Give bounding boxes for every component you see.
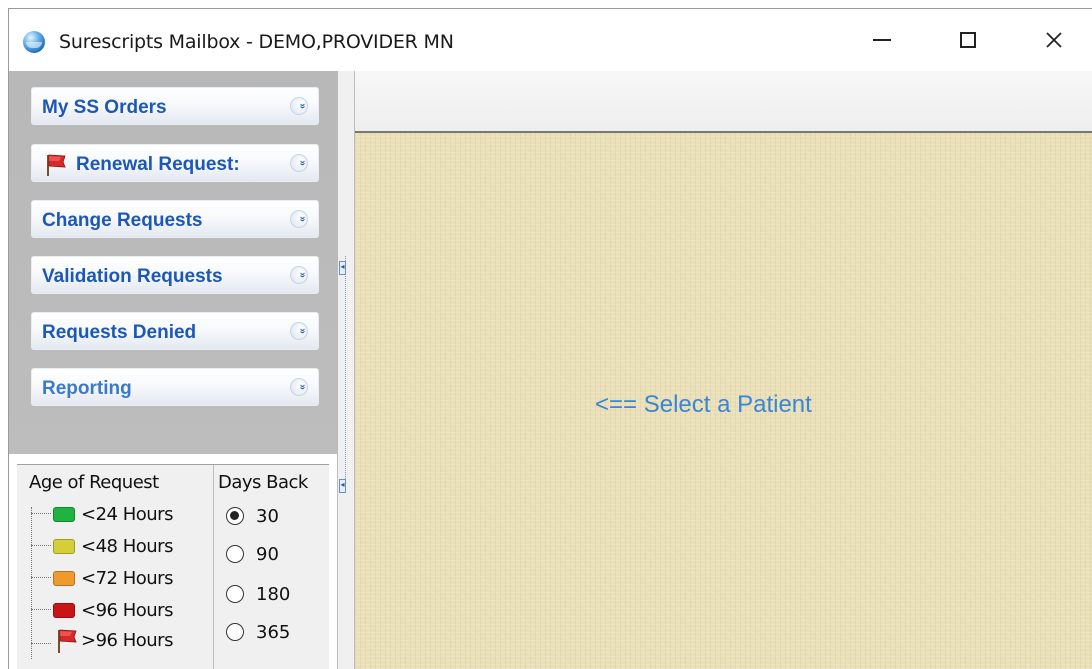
age-row: <96 Hours — [17, 597, 213, 629]
age-row: <48 Hours — [17, 533, 213, 565]
sidebar-item-renewal-requests[interactable]: Renewal Request: » — [31, 144, 319, 182]
sidebar-item-requests-denied[interactable]: Requests Denied » — [31, 312, 319, 350]
age-row: <24 Hours — [17, 501, 213, 533]
sidebar-item-my-ss-orders[interactable]: My SS Orders » — [31, 87, 319, 125]
radio-label: 90 — [256, 544, 279, 565]
yellow-status-icon — [53, 539, 75, 554]
tree-branch — [31, 609, 51, 610]
request-legend-panel: Age of Request <24 Hours <48 Hours <72 H… — [17, 464, 329, 669]
days-back-option-180[interactable]: 180 — [226, 581, 326, 613]
radio-button[interactable] — [226, 623, 244, 641]
expand-chevron-icon[interactable]: » — [290, 266, 308, 284]
expand-chevron-icon[interactable]: » — [290, 97, 308, 115]
days-back-heading: Days Back — [218, 472, 308, 493]
age-row: >96 Hours — [17, 627, 213, 659]
maximize-icon — [960, 32, 976, 48]
close-icon — [1046, 32, 1062, 48]
app-window: Surescripts Mailbox - DEMO,PROVIDER MN M… — [8, 8, 1092, 669]
age-label: <96 Hours — [81, 600, 173, 621]
tree-branch — [31, 545, 51, 546]
age-label: <48 Hours — [81, 536, 173, 557]
days-back-option-365[interactable]: 365 — [226, 619, 326, 651]
tree-branch — [31, 577, 51, 578]
maximize-button[interactable] — [941, 15, 995, 65]
expand-chevron-icon[interactable]: » — [290, 154, 308, 172]
days-back-group: Days Back 30 90 180 365 — [213, 465, 330, 669]
red-status-icon — [53, 603, 75, 618]
surescripts-logo-icon — [23, 31, 45, 53]
tree-branch — [31, 513, 51, 514]
radio-label: 365 — [256, 622, 291, 643]
age-of-request-legend: Age of Request <24 Hours <48 Hours <72 H… — [17, 465, 213, 669]
radio-button[interactable] — [226, 585, 244, 603]
green-status-icon — [53, 507, 75, 522]
select-patient-message: <== Select a Patient — [595, 391, 812, 418]
collapse-left-arrow-icon[interactable]: ◂ — [339, 479, 346, 493]
red-flag-icon — [58, 629, 77, 653]
collapse-left-arrow-icon[interactable]: ◂ — [339, 261, 346, 275]
splitter-grip[interactable] — [345, 256, 346, 491]
tree-branch — [31, 643, 51, 644]
radio-button[interactable] — [226, 545, 244, 563]
sidebar-item-label: Requests Denied — [42, 322, 197, 343]
age-label: <24 Hours — [81, 504, 173, 525]
orange-status-icon — [53, 571, 75, 586]
sidebar: My SS Orders » Renewal Request: » Change… — [9, 71, 337, 454]
radio-label: 30 — [256, 506, 279, 527]
sidebar-item-label: Renewal Request: — [76, 154, 240, 175]
age-row: <72 Hours — [17, 565, 213, 597]
content-toolbar — [355, 71, 1092, 133]
sidebar-item-reporting[interactable]: Reporting » — [31, 368, 319, 406]
days-back-option-30[interactable]: 30 — [226, 503, 326, 535]
patient-detail-pane: <== Select a Patient — [355, 133, 1092, 669]
expand-chevron-icon[interactable]: » — [290, 210, 308, 228]
expand-chevron-icon[interactable]: » — [290, 322, 308, 340]
main-content: <== Select a Patient — [355, 71, 1092, 669]
sidebar-item-label: Validation Requests — [42, 266, 223, 287]
radio-label: 180 — [256, 584, 291, 605]
window-title: Surescripts Mailbox - DEMO,PROVIDER MN — [59, 31, 454, 53]
radio-button[interactable] — [226, 507, 244, 525]
red-flag-icon — [47, 154, 66, 176]
minimize-button[interactable] — [855, 15, 909, 65]
age-label: >96 Hours — [81, 630, 173, 651]
title-bar[interactable]: Surescripts Mailbox - DEMO,PROVIDER MN — [9, 9, 1092, 71]
age-label: <72 Hours — [81, 568, 173, 589]
sidebar-item-label: Reporting — [42, 378, 132, 399]
sidebar-item-validation-requests[interactable]: Validation Requests » — [31, 256, 319, 294]
expand-chevron-icon[interactable]: » — [290, 378, 308, 396]
age-of-request-heading: Age of Request — [29, 472, 159, 493]
sidebar-item-change-requests[interactable]: Change Requests » — [31, 200, 319, 238]
minimize-icon — [873, 39, 891, 41]
panel-splitter[interactable]: ◂ ◂ — [337, 71, 355, 669]
close-button[interactable] — [1027, 15, 1081, 65]
sidebar-item-label: Change Requests — [42, 210, 203, 231]
days-back-option-90[interactable]: 90 — [226, 541, 326, 573]
sidebar-item-label: My SS Orders — [42, 97, 167, 118]
